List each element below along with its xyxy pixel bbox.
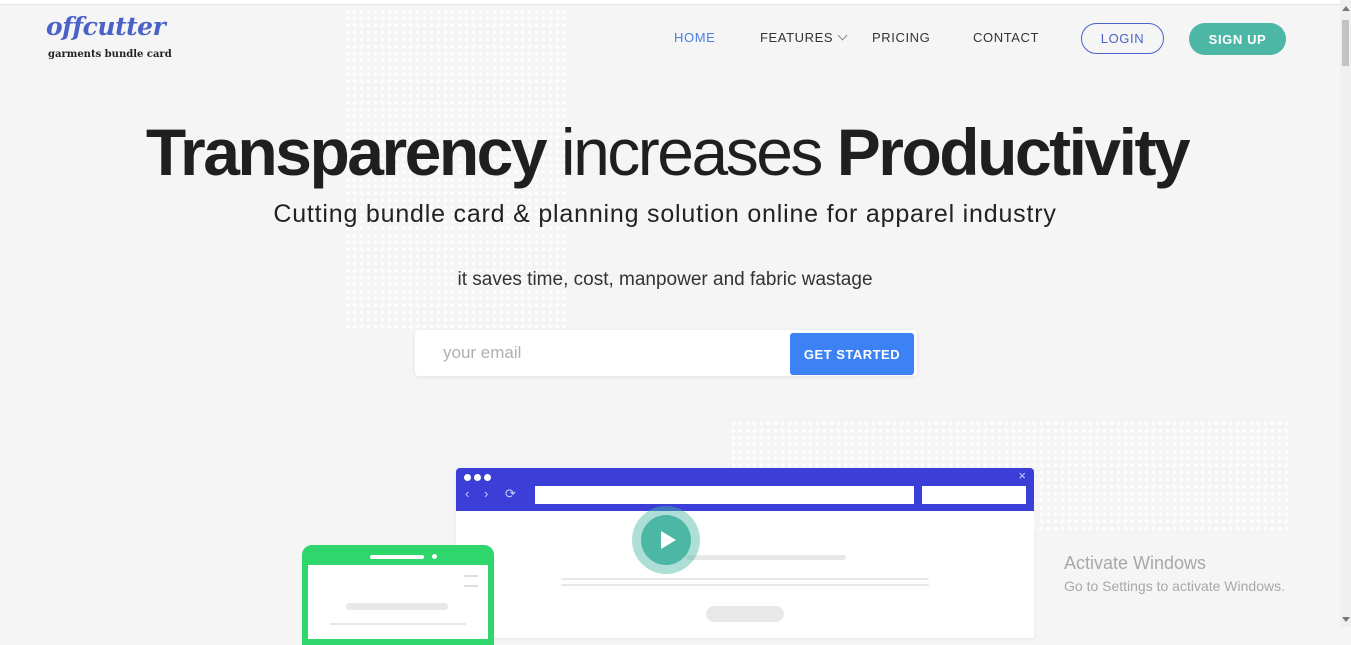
placeholder-button [706,606,784,622]
close-icon: × [1018,468,1026,483]
placeholder-line [346,603,448,610]
top-border [0,0,1351,5]
hero-subheading: Cutting bundle card & planning solution … [273,200,1057,228]
placeholder-line [561,584,929,586]
logo-wordmark: offcutter [46,12,166,41]
scrollbar-thumb[interactable] [1342,20,1349,66]
browser-illustration: × ‹ › ⟳ [456,468,1034,638]
nav-home[interactable]: HOME [674,30,715,45]
nav-features[interactable]: FEATURES [760,30,848,45]
nav-pricing[interactable]: PRICING [872,30,930,45]
phone-speaker [370,555,424,559]
play-icon [661,531,676,549]
nav-contact[interactable]: CONTACT [973,30,1039,45]
chevron-down-icon [837,30,848,41]
hero-tagline: it saves time, cost, manpower and fabric… [457,269,873,290]
placeholder-line [686,555,846,560]
scrollbar[interactable] [1340,0,1351,627]
forward-icon: › [484,486,489,501]
back-icon: ‹ [465,486,470,501]
get-started-label: GET STARTED [803,346,901,362]
address-bar [535,486,914,504]
reload-icon: ⟳ [505,486,516,501]
logo-tagline: garments bundle card [48,49,172,60]
signup-button[interactable]: SIGN UP [1189,23,1286,55]
placeholder-line [561,578,929,580]
phone-camera [432,554,437,559]
signup-label: SIGN UP [1208,31,1267,47]
browser-toolbar: × ‹ › ⟳ [456,468,1034,511]
browser-search-box [922,486,1026,504]
phone-illustration [302,545,494,645]
login-button[interactable]: LOGIN [1081,23,1164,54]
hamburger-icon [464,575,478,587]
signup-form: GET STARTED [415,330,917,376]
activate-windows-title: Activate Windows [1064,553,1207,573]
headline-middle: increases [545,115,837,189]
nav-features-label: FEATURES [760,30,834,45]
get-started-button[interactable]: GET STARTED [790,333,914,375]
headline-strong-2: Productivity [836,115,1191,189]
scroll-up-arrow-icon[interactable] [1342,6,1350,11]
window-dot [474,474,481,481]
headline-strong-1: Transparency [145,115,548,189]
placeholder-line [330,623,466,625]
hero-headline: Transparency increases Productivity [0,114,1334,190]
email-input[interactable] [433,338,793,368]
activate-windows-subtitle: Go to Settings to activate Windows. [1064,578,1285,594]
logo[interactable]: offcutter garments bundle card [46,12,172,64]
login-label: LOGIN [1100,31,1145,46]
window-dot [484,474,491,481]
scroll-down-arrow-icon[interactable] [1342,617,1350,622]
phone-header [308,551,488,565]
window-dot [464,474,471,481]
